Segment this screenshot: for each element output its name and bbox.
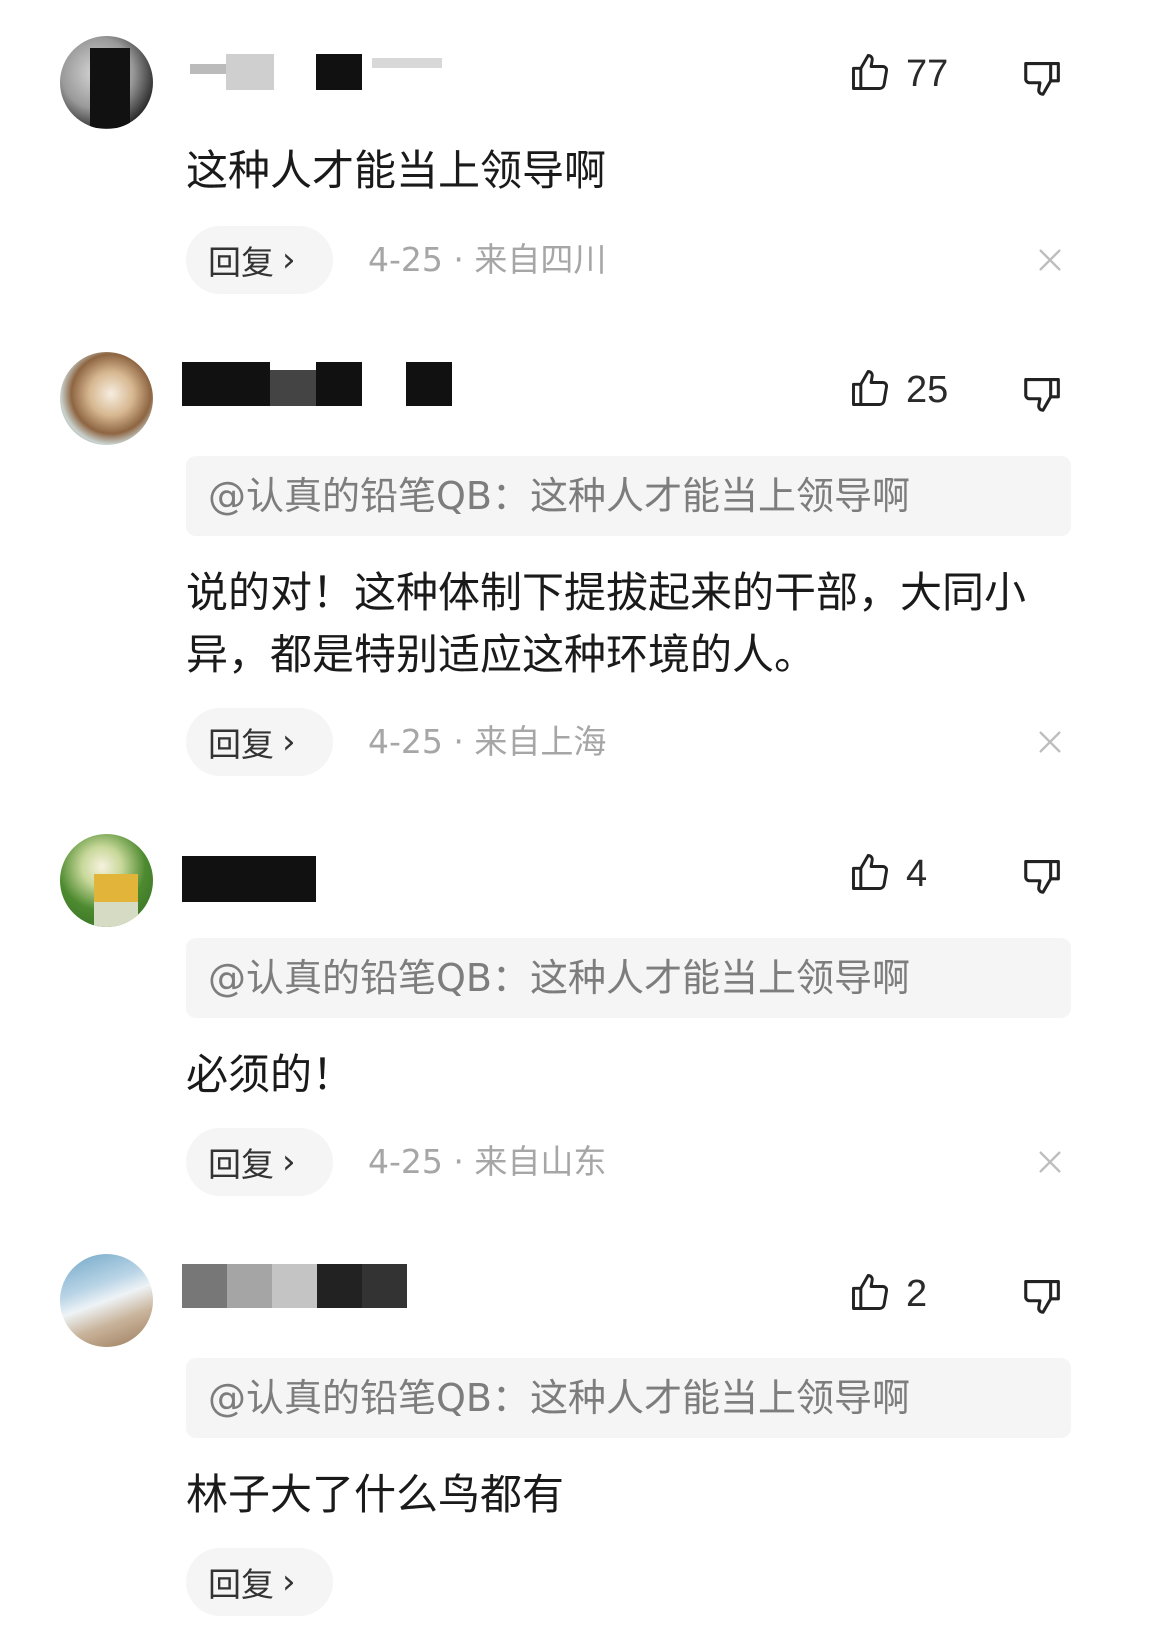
thumbs-up-icon	[848, 366, 892, 414]
meta-separator: ·	[453, 722, 475, 761]
reply-label: 回复	[208, 243, 274, 282]
chevron-right-icon: ›	[282, 722, 296, 762]
thumbs-down-icon[interactable]	[1020, 1272, 1066, 1318]
username-redacted[interactable]	[182, 856, 322, 902]
close-icon[interactable]	[1034, 244, 1066, 276]
reply-label: 回复	[208, 1145, 274, 1184]
username-redacted[interactable]	[182, 44, 452, 90]
like-count: 77	[906, 52, 949, 95]
quoted-comment[interactable]: @认真的铅笔QB：这种人才能当上领导啊	[186, 938, 1071, 1018]
thumbs-down-icon[interactable]	[1020, 852, 1066, 898]
close-icon[interactable]	[1034, 1146, 1066, 1178]
comment-date: 4-25	[368, 1142, 443, 1181]
quoted-comment[interactable]: @认真的铅笔QB：这种人才能当上领导啊	[186, 456, 1071, 536]
quoted-comment[interactable]: @认真的铅笔QB：这种人才能当上领导啊	[186, 1358, 1071, 1438]
reply-button[interactable]: 回复 ›	[186, 226, 333, 294]
comment-meta: 4-25 · 来自四川	[368, 226, 606, 294]
like-button[interactable]: 2	[848, 1270, 950, 1318]
thumbs-down-icon[interactable]	[1020, 370, 1066, 416]
reply-button[interactable]: 回复 ›	[186, 1128, 333, 1196]
chevron-right-icon: ›	[282, 240, 296, 280]
avatar[interactable]	[60, 352, 153, 445]
username-redacted[interactable]	[182, 362, 462, 408]
like-count: 25	[906, 368, 949, 411]
comment-text: 说的对！这种体制下提拔起来的干部，大同小异，都是特别适应这种环境的人。	[186, 568, 1027, 679]
like-button[interactable]: 25	[848, 366, 950, 414]
thumbs-down-icon[interactable]	[1020, 54, 1066, 100]
like-button[interactable]: 4	[848, 850, 950, 898]
comment-meta: 4-25 · 来自上海	[368, 708, 606, 776]
reply-button[interactable]: 回复 ›	[186, 708, 333, 776]
comment-meta: 4-25 · 来自山东	[368, 1128, 606, 1196]
chevron-right-icon: ›	[282, 1142, 296, 1182]
comment-text: 林子大了什么鸟都有	[186, 1470, 565, 1519]
avatar[interactable]	[60, 834, 153, 927]
thumbs-up-icon	[848, 850, 892, 898]
comment-date: 4-25	[368, 722, 443, 761]
thumbs-up-icon	[848, 1270, 892, 1318]
comment-location: 来自上海	[474, 722, 607, 761]
chevron-right-icon: ›	[282, 1562, 296, 1602]
username-redacted[interactable]	[182, 1264, 412, 1310]
comment-date: 4-25	[368, 240, 443, 279]
reply-button[interactable]: 回复 ›	[186, 1548, 333, 1616]
meta-separator: ·	[453, 1142, 475, 1181]
reply-label: 回复	[208, 725, 274, 764]
reply-label: 回复	[208, 1565, 274, 1604]
comment-location: 来自四川	[474, 240, 607, 279]
comment-text: 这种人才能当上领导啊	[186, 146, 607, 195]
comment-text: 必须的！	[186, 1050, 355, 1099]
thumbs-up-icon	[848, 50, 892, 98]
comment-location: 来自山东	[474, 1142, 607, 1181]
avatar[interactable]	[60, 36, 153, 129]
meta-separator: ·	[453, 240, 475, 279]
like-count: 4	[906, 852, 928, 895]
like-count: 2	[906, 1272, 928, 1315]
close-icon[interactable]	[1034, 726, 1066, 758]
avatar[interactable]	[60, 1254, 153, 1347]
like-button[interactable]: 77	[848, 50, 950, 98]
